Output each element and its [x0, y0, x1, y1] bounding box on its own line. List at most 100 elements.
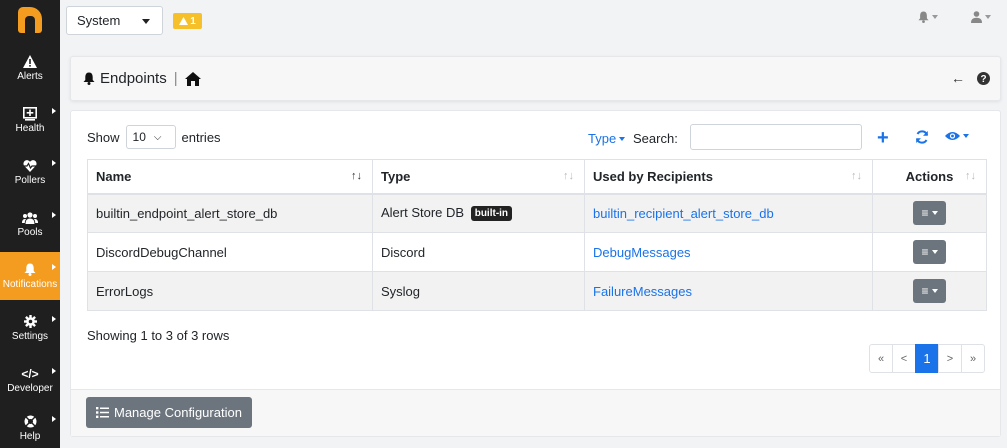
- endpoint-type-cell: Alert Store DB built-in: [372, 193, 585, 233]
- svg-text:?: ?: [980, 74, 986, 85]
- sidebar-item-pollers[interactable]: Pollers: [0, 148, 60, 196]
- next-page-button[interactable]: >: [938, 344, 962, 373]
- row-actions-button[interactable]: ≡: [913, 240, 946, 264]
- sidebar-item-alerts[interactable]: Alerts: [0, 44, 60, 92]
- refresh-button[interactable]: [915, 130, 929, 144]
- column-header-name[interactable]: Name ↑↓: [87, 159, 373, 195]
- warning-count: 1: [190, 15, 196, 27]
- recipients-cell: DebugMessages: [584, 232, 873, 272]
- endpoint-name: ErrorLogs: [87, 271, 373, 311]
- chevron-down-icon: [985, 15, 991, 19]
- eye-icon: [945, 132, 960, 140]
- user-menu[interactable]: [971, 11, 991, 23]
- list-check-icon: [96, 407, 109, 418]
- endpoint-type: Discord: [381, 244, 426, 260]
- back-arrow-icon[interactable]: ←: [951, 70, 965, 86]
- page-size-control: Show 10 ⌵ entries: [87, 125, 221, 149]
- current-page-button[interactable]: 1: [915, 344, 939, 373]
- sidebar-item-label: Notifications: [2, 279, 58, 290]
- chevron-down-icon: [142, 19, 150, 24]
- column-header-used-by-recipients[interactable]: Used by Recipients ↑↓: [584, 159, 873, 195]
- column-visibility-button[interactable]: [945, 131, 969, 141]
- recipient-link[interactable]: DebugMessages: [593, 245, 691, 260]
- warning-icon: [179, 17, 189, 25]
- manage-configuration-button[interactable]: Manage Configuration: [86, 397, 252, 428]
- search-label: Search:: [633, 131, 678, 146]
- expand-caret-icon: [52, 108, 56, 114]
- sort-ascending-icon: ↑↓: [351, 170, 362, 182]
- pagination-summary: Showing 1 to 3 of 3 rows: [87, 328, 230, 343]
- chevron-down-icon: [963, 134, 969, 138]
- panel-footer: Manage Configuration: [71, 389, 1000, 436]
- user-icon: [971, 11, 982, 23]
- sidebar-item-help[interactable]: Help: [0, 404, 60, 448]
- actions-cell: ≡: [872, 271, 987, 311]
- column-header-label: Actions: [905, 168, 954, 184]
- search-input[interactable]: [690, 124, 862, 150]
- sidebar-item-label: Health: [15, 123, 45, 134]
- sidebar-item-label: Pools: [17, 227, 43, 238]
- home-icon[interactable]: [184, 71, 201, 86]
- type-filter-label: Type: [588, 131, 617, 146]
- sidebar-item-label: Settings: [11, 331, 49, 342]
- heartbeat-icon: [23, 157, 37, 174]
- list-icon: ≡: [921, 206, 929, 221]
- table-row: DiscordDebugChannel Discord DebugMessage…: [87, 232, 987, 272]
- chevron-down-icon: [931, 250, 938, 254]
- previous-page-button[interactable]: <: [892, 344, 916, 373]
- type-filter-dropdown[interactable]: Type: [588, 131, 626, 146]
- page-title: Endpoints: [100, 70, 167, 87]
- actions-cell: ≡: [872, 232, 987, 272]
- breadcrumb-separator: |: [173, 70, 178, 87]
- column-header-type[interactable]: Type ↑↓: [372, 159, 585, 195]
- sidebar: Alerts Health Pollers Pools Notification…: [0, 0, 60, 448]
- recipient-link[interactable]: builtin_recipient_alert_store_db: [593, 206, 774, 221]
- help-icon[interactable]: ?: [977, 72, 990, 85]
- last-page-button[interactable]: »: [961, 344, 985, 373]
- bell-icon: [24, 261, 36, 278]
- builtin-badge: built-in: [470, 206, 513, 222]
- gear-icon: [23, 313, 37, 330]
- sidebar-item-health[interactable]: Health: [0, 96, 60, 144]
- table-row: builtin_endpoint_alert_store_db Alert St…: [87, 193, 987, 233]
- system-select[interactable]: System: [66, 6, 163, 35]
- sidebar-item-settings[interactable]: Settings: [0, 304, 60, 352]
- warning-badge[interactable]: 1: [173, 13, 202, 29]
- expand-caret-icon: [52, 316, 56, 322]
- add-endpoint-button[interactable]: +: [877, 127, 889, 150]
- chevron-down-icon: [931, 211, 938, 216]
- endpoint-type-cell: Syslog: [372, 271, 585, 311]
- endpoints-table: Name ↑↓ Type ↑↓ Used by Recipients ↑↓ Ac…: [87, 159, 987, 311]
- entries-label: entries: [181, 129, 221, 145]
- health-icon: [23, 105, 37, 122]
- top-bar: System 1: [60, 0, 1007, 40]
- sidebar-item-pools[interactable]: Pools: [0, 200, 60, 248]
- sidebar-item-notifications[interactable]: Notifications: [0, 252, 60, 300]
- pagination: « < 1 > »: [869, 344, 985, 373]
- expand-caret-icon: [52, 264, 56, 270]
- notifications-menu[interactable]: [918, 11, 938, 23]
- endpoint-type: Alert Store DB: [381, 205, 465, 221]
- list-icon: ≡: [921, 284, 929, 298]
- endpoint-type-cell: Discord: [372, 232, 585, 272]
- recipient-link[interactable]: FailureMessages: [593, 284, 692, 299]
- first-page-button[interactable]: «: [869, 344, 893, 373]
- row-actions-button[interactable]: ≡: [913, 201, 946, 226]
- column-header-label: Name: [96, 168, 132, 184]
- warning-icon: [23, 53, 37, 70]
- row-actions-button[interactable]: ≡: [913, 279, 946, 303]
- list-icon: ≡: [921, 245, 929, 259]
- sort-icon: ↑↓: [851, 170, 862, 182]
- column-header-actions[interactable]: Actions ↑↓: [872, 159, 987, 195]
- chevron-down-icon: [932, 15, 938, 19]
- expand-caret-icon: [52, 368, 56, 374]
- recipients-cell: builtin_recipient_alert_store_db: [584, 193, 873, 233]
- chevron-down-icon: ⌵: [153, 131, 162, 143]
- sidebar-item-developer[interactable]: </> Developer: [0, 356, 60, 404]
- sidebar-item-label: Developer: [7, 383, 53, 394]
- column-header-label: Type: [381, 168, 411, 184]
- entries-select[interactable]: 10 ⌵: [125, 125, 176, 149]
- table-header-row: Name ↑↓ Type ↑↓ Used by Recipients ↑↓ Ac…: [87, 159, 987, 195]
- app-logo[interactable]: [0, 0, 60, 40]
- actions-cell: ≡: [872, 193, 987, 233]
